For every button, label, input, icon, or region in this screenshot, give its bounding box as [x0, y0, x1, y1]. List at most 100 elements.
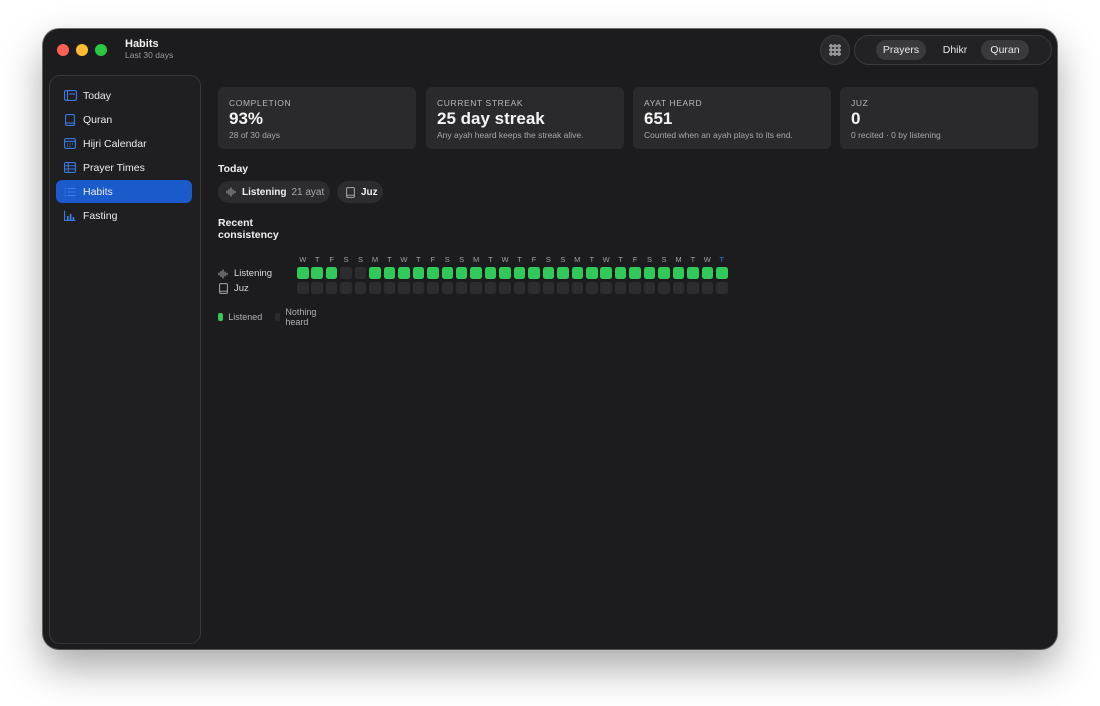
- stat-subtitle: Any ayah heard keeps the streak alive.: [437, 130, 584, 140]
- heatmap-cell: [586, 282, 598, 294]
- heatmap-cell: [658, 267, 670, 279]
- stat-subtitle: 28 of 30 days: [229, 130, 281, 140]
- heatmap-cell: [427, 282, 439, 294]
- stat-card-current-streak: CURRENT STREAK 25 day streak Any ayah he…: [426, 87, 624, 149]
- sidebar-item-habits[interactable]: Habits: [56, 180, 192, 203]
- heatmap-cell: [571, 282, 584, 294]
- heatmap-cell: [297, 267, 309, 279]
- day-header: M: [371, 255, 379, 264]
- day-header: S: [343, 255, 349, 264]
- calendar-icon: [63, 137, 77, 151]
- heatmap-cell: [412, 267, 425, 279]
- segment-quran[interactable]: Quran: [981, 40, 1029, 60]
- heatmap-cell: [542, 267, 555, 279]
- day-header: S: [647, 255, 653, 264]
- title-bar: Habits Last 30 days Prayers Dhikr Quran: [43, 29, 1057, 71]
- heatmap-cell: [398, 267, 410, 279]
- heatmap-cell: [687, 282, 699, 294]
- heatmap-cell: [629, 282, 641, 294]
- chip-value: 21 ayat: [291, 186, 325, 198]
- heatmap-cell: [614, 282, 627, 294]
- heatmap-cell: [658, 282, 670, 294]
- heatmap-cell: [716, 282, 728, 294]
- heatmap-cell: [455, 282, 468, 294]
- row-label-juz: Juz: [218, 283, 249, 294]
- heatmap-cell: [557, 282, 569, 294]
- window-title: Habits: [125, 38, 159, 50]
- sidebar-item-prayer-times[interactable]: Prayer Times: [56, 156, 192, 179]
- heatmap-cell: [484, 282, 497, 294]
- grid-icon: [829, 44, 841, 56]
- heatmap-cell: [499, 282, 511, 294]
- stat-label: COMPLETION: [229, 98, 292, 108]
- segment-prayers[interactable]: Prayers: [876, 40, 926, 60]
- heatmap-cell: [528, 282, 540, 294]
- day-header: M: [675, 255, 682, 264]
- heatmap-cell: [340, 267, 352, 279]
- heatmap-cell: [441, 267, 453, 279]
- day-header: W: [602, 255, 610, 264]
- heatmap-cell: [340, 282, 352, 294]
- book-icon: [218, 283, 229, 294]
- heatmap-legend: Listened Nothing heard: [218, 307, 322, 327]
- sidebar-item-label: Fasting: [83, 209, 118, 222]
- sidebar-item-fasting[interactable]: Fasting: [56, 204, 192, 227]
- grid-menu-button[interactable]: [820, 35, 850, 65]
- heatmap-cell: [354, 282, 367, 294]
- day-header: S: [358, 255, 364, 264]
- sidebar-item-quran[interactable]: Quran: [56, 108, 192, 131]
- waveform-icon: [226, 187, 237, 198]
- heatmap-cell: [701, 267, 714, 279]
- heatmap-cell: [398, 282, 410, 294]
- day-header: S: [545, 255, 551, 264]
- segment-dhikr[interactable]: Dhikr: [935, 40, 975, 60]
- heatmap-cell: [557, 267, 569, 279]
- day-header: W: [501, 255, 509, 264]
- legend-swatch-listened: [218, 313, 224, 321]
- heatmap-cell: [297, 282, 309, 294]
- heatmap-cell: [325, 282, 338, 294]
- sidebar-item-label: Quran: [83, 113, 113, 126]
- heatmap-cell: [412, 282, 425, 294]
- stat-subtitle: Counted when an ayah plays to its end.: [644, 130, 793, 140]
- day-header: W: [400, 255, 408, 264]
- heatmap-cell: [470, 282, 482, 294]
- sidebar-item-hijri-calendar[interactable]: Hijri Calendar: [56, 132, 192, 155]
- stat-label: JUZ: [851, 98, 869, 108]
- stat-label: CURRENT STREAK: [437, 98, 524, 108]
- heatmap-cell: [470, 267, 482, 279]
- stat-card-ayat-heard: AYAT HEARD 651 Counted when an ayah play…: [633, 87, 831, 149]
- heatmap-cell: [354, 267, 367, 279]
- zoom-window-button[interactable]: [95, 44, 107, 56]
- day-header: T: [416, 255, 421, 264]
- heatmap-cell: [600, 282, 612, 294]
- stat-subtitle: 0 recited · 0 by listening: [851, 130, 941, 140]
- book-icon: [345, 186, 356, 198]
- row-label-text: Listening: [234, 268, 273, 279]
- list-icon: [63, 185, 77, 199]
- sidebar-item-today[interactable]: Today: [56, 84, 192, 107]
- legend-label-nothing-heard: Nothing heard: [285, 307, 317, 327]
- recent-consistency-heading: Recent consistency: [218, 217, 279, 241]
- heatmap-cell: [614, 267, 627, 279]
- heatmap-cell: [701, 282, 714, 294]
- heatmap-cell: [586, 267, 598, 279]
- stat-card-completion: COMPLETION 93% 28 of 30 days: [218, 87, 416, 149]
- legend-label-listened: Listened: [228, 312, 263, 322]
- heatmap-cell: [455, 267, 468, 279]
- heatmap-cell: [528, 267, 540, 279]
- heatmap-cell: [600, 267, 612, 279]
- chip-juz[interactable]: Juz: [337, 181, 383, 203]
- minimize-window-button[interactable]: [76, 44, 88, 56]
- day-header: T: [387, 255, 392, 264]
- day-header: T: [618, 255, 623, 264]
- stat-value: 25 day streak: [437, 109, 545, 128]
- stat-card-juz: JUZ 0 0 recited · 0 by listening: [840, 87, 1038, 149]
- close-window-button[interactable]: [57, 44, 69, 56]
- chip-listening[interactable]: Listening 21 ayat: [218, 181, 330, 203]
- table-icon: [63, 161, 77, 175]
- today-icon: [63, 89, 77, 103]
- heatmap-cell: [369, 282, 381, 294]
- heatmap-cell: [311, 282, 323, 294]
- sidebar-item-label: Today: [83, 89, 112, 102]
